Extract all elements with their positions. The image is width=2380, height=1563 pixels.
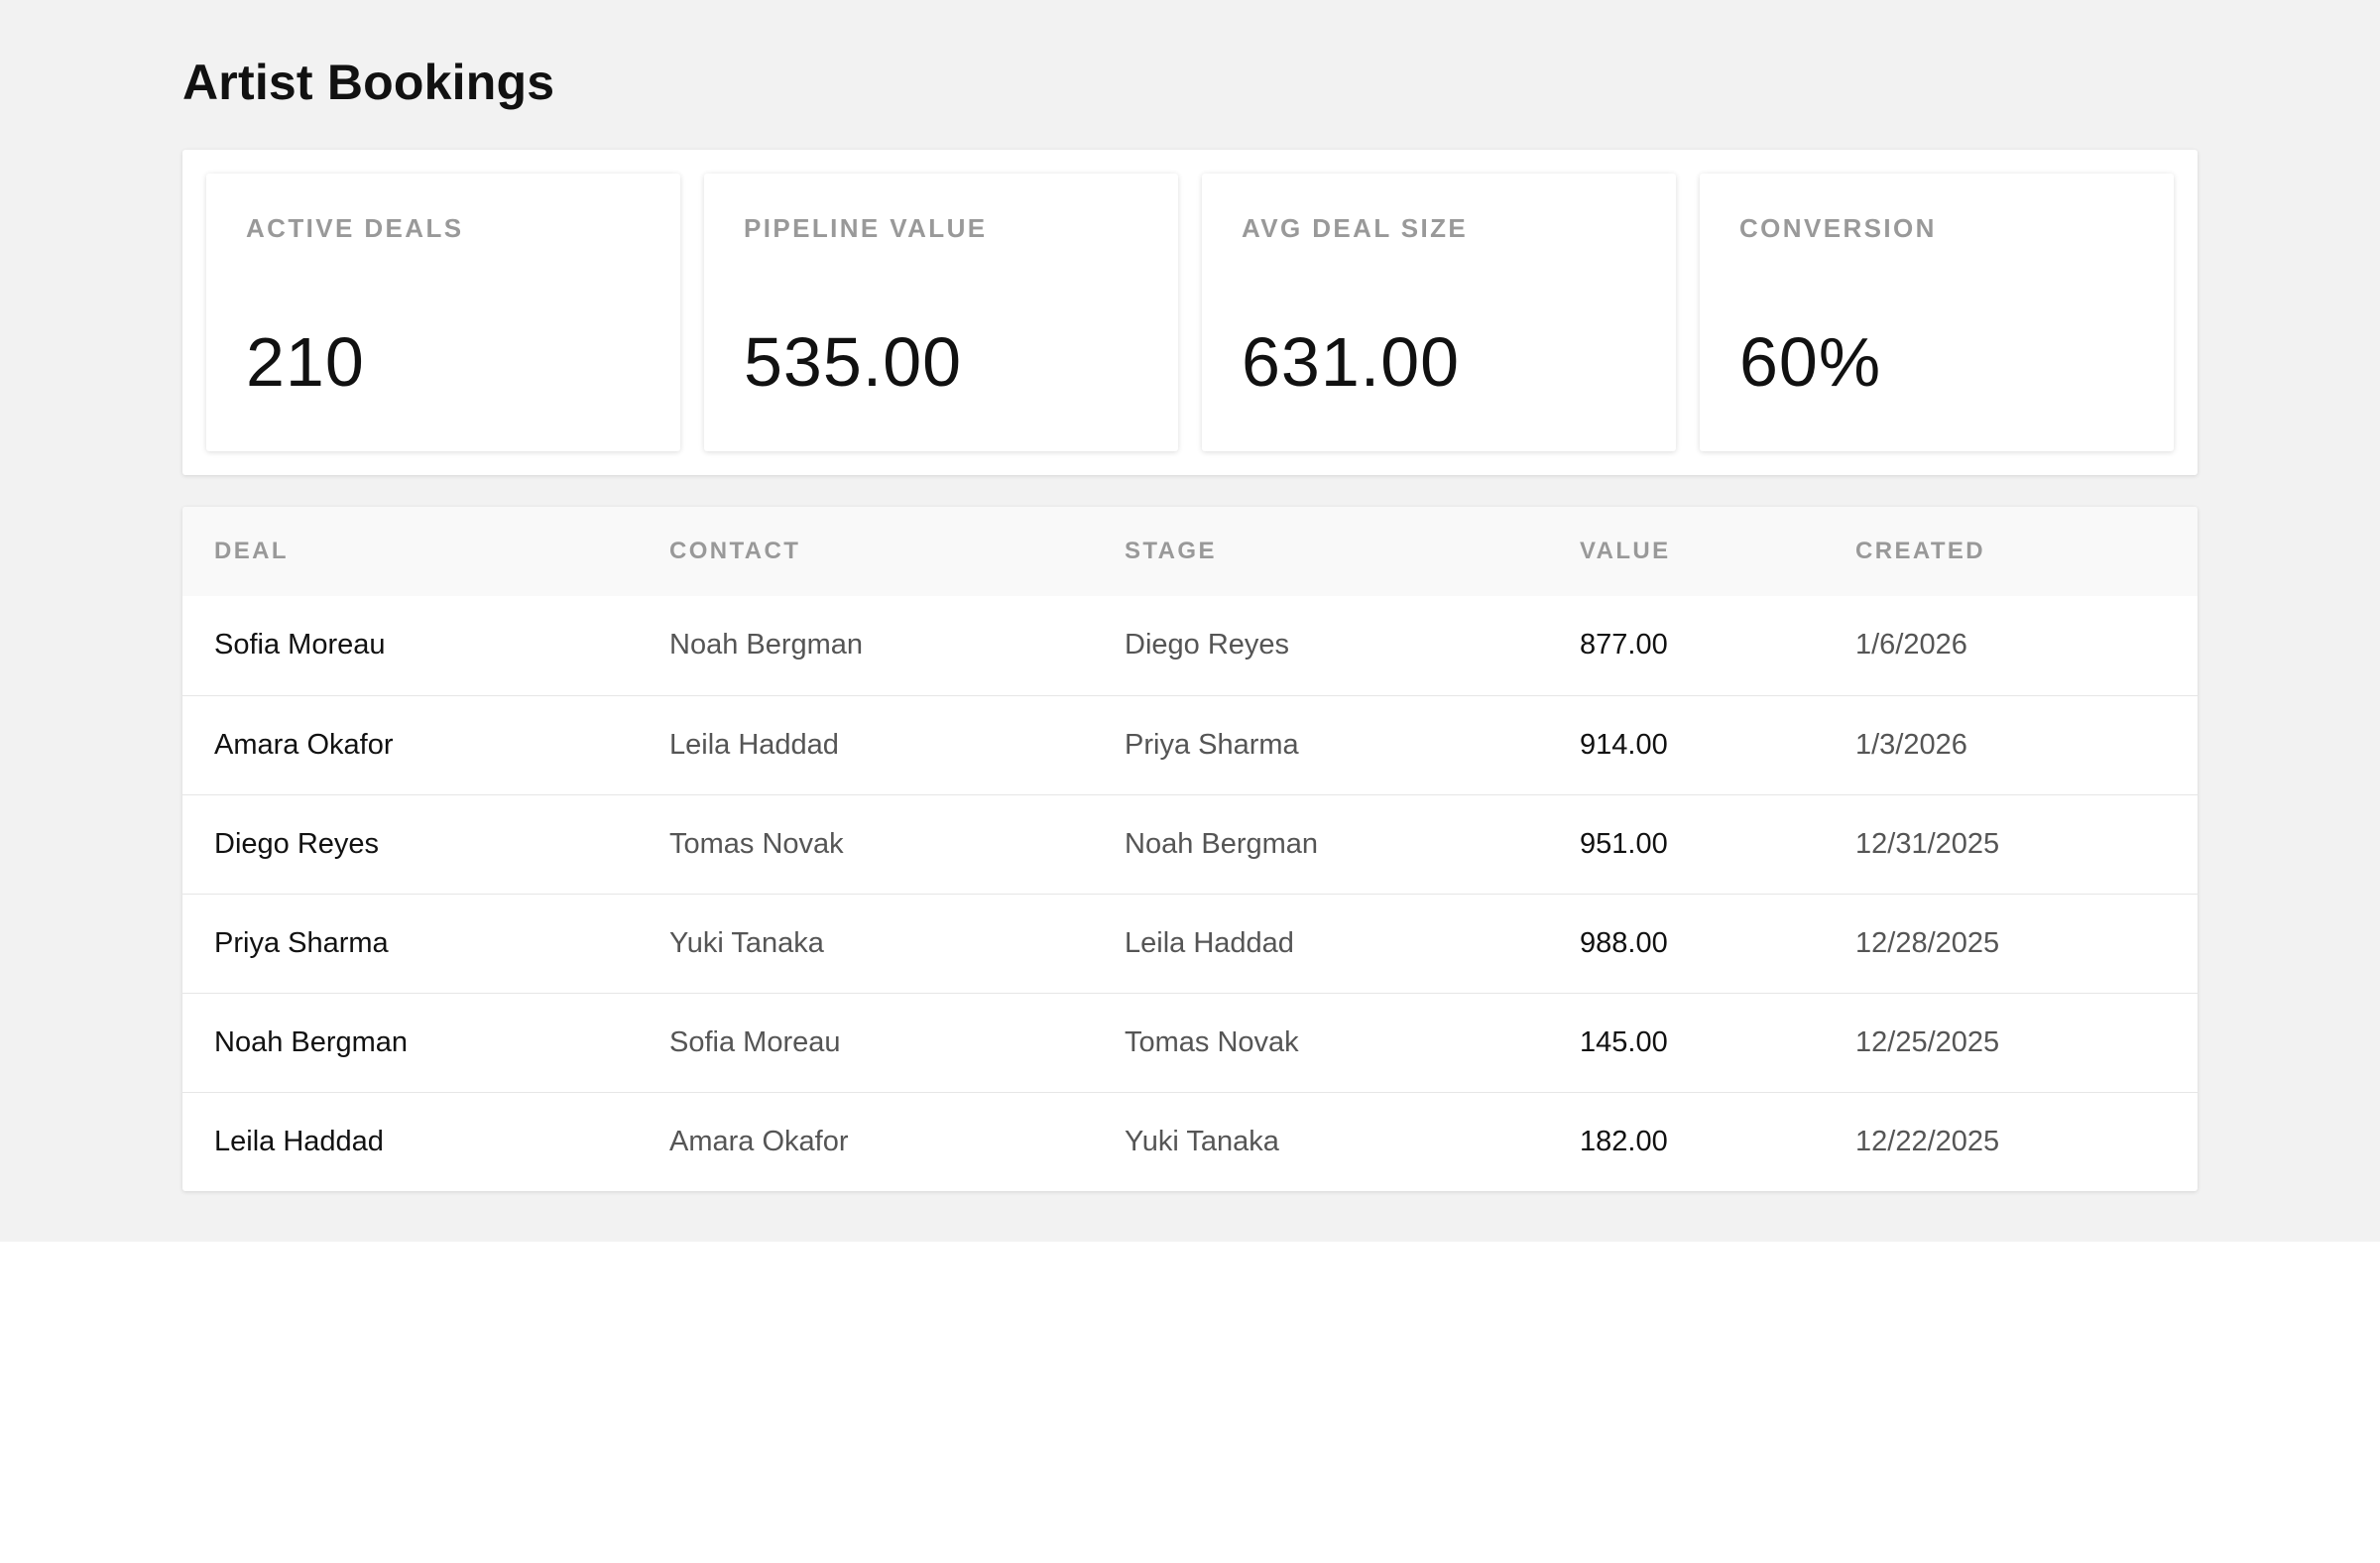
cell-deal: Sofia Moreau: [214, 629, 386, 661]
deals-table: DEAL CONTACT STAGE VALUE CREATED Sofia M…: [182, 507, 2198, 1191]
cell-deal: Diego Reyes: [214, 827, 380, 860]
cell-deal: Noah Bergman: [214, 1025, 409, 1058]
cell-value: 877.00: [1580, 629, 1668, 661]
kpi-value: 210: [246, 323, 365, 401]
cell-created: 12/31/2025: [1855, 827, 2000, 860]
cell-stage: Diego Reyes: [1125, 629, 1290, 661]
table-header: DEAL CONTACT STAGE VALUE CREATED: [182, 507, 2198, 596]
cell-contact: Noah Bergman: [669, 629, 864, 661]
cell-deal: Priya Sharma: [214, 926, 389, 959]
kpi-value: 631.00: [1242, 323, 1461, 401]
table-body: Sofia Moreau Noah Bergman Diego Reyes 87…: [182, 596, 2198, 1191]
cell-contact: Sofia Moreau: [669, 1025, 841, 1058]
cell-value: 914.00: [1580, 728, 1668, 761]
cell-value: 182.00: [1580, 1125, 1668, 1157]
cell-deal: Amara Okafor: [214, 728, 394, 761]
table-row[interactable]: Noah Bergman Sofia Moreau Tomas Novak 14…: [182, 993, 2198, 1092]
cell-created: 12/28/2025: [1855, 926, 2000, 959]
cell-contact: Tomas Novak: [669, 827, 844, 860]
cell-contact: Leila Haddad: [669, 728, 839, 761]
page-title: Artist Bookings: [182, 55, 555, 110]
table-row[interactable]: Diego Reyes Tomas Novak Noah Bergman 951…: [182, 794, 2198, 894]
kpi-panel: ACTIVE DEALS 210 PIPELINE VALUE 535.00 A…: [182, 150, 2198, 475]
kpi-label: PIPELINE VALUE: [744, 213, 988, 243]
deals-table-panel: DEAL CONTACT STAGE VALUE CREATED Sofia M…: [182, 507, 2198, 1191]
cell-created: 1/6/2026: [1855, 629, 1967, 661]
cell-deal: Leila Haddad: [214, 1125, 384, 1157]
cell-created: 1/3/2026: [1855, 728, 1967, 761]
cell-stage: Leila Haddad: [1125, 926, 1294, 959]
kpi-card-conversion: CONVERSION 60%: [1700, 174, 2174, 451]
cell-created: 12/25/2025: [1855, 1025, 2000, 1058]
cell-stage: Noah Bergman: [1125, 827, 1319, 860]
cell-stage: Yuki Tanaka: [1125, 1125, 1279, 1157]
cell-value: 145.00: [1580, 1025, 1668, 1058]
column-header-stage[interactable]: STAGE: [1093, 507, 1548, 596]
app-root: Artist Bookings ACTIVE DEALS 210 PIPELIN…: [0, 0, 2380, 1242]
kpi-value: 535.00: [744, 323, 963, 401]
kpi-label: ACTIVE DEALS: [246, 213, 464, 243]
kpi-card-avg-deal-size: AVG DEAL SIZE 631.00: [1202, 174, 1676, 451]
column-header-deal[interactable]: DEAL: [182, 507, 638, 596]
cell-contact: Amara Okafor: [669, 1125, 849, 1157]
column-header-created[interactable]: CREATED: [1824, 507, 2198, 596]
table-header-row: DEAL CONTACT STAGE VALUE CREATED: [182, 507, 2198, 596]
cell-stage: Priya Sharma: [1125, 728, 1299, 761]
column-header-value[interactable]: VALUE: [1548, 507, 1824, 596]
cell-created: 12/22/2025: [1855, 1125, 2000, 1157]
cell-stage: Tomas Novak: [1125, 1025, 1299, 1058]
table-row[interactable]: Sofia Moreau Noah Bergman Diego Reyes 87…: [182, 596, 2198, 695]
cell-contact: Yuki Tanaka: [669, 926, 824, 959]
kpi-value: 60%: [1739, 323, 1882, 401]
table-row[interactable]: Leila Haddad Amara Okafor Yuki Tanaka 18…: [182, 1092, 2198, 1191]
kpi-label: CONVERSION: [1739, 213, 1937, 243]
kpi-card-active-deals: ACTIVE DEALS 210: [206, 174, 680, 451]
kpi-card-pipeline-value: PIPELINE VALUE 535.00: [704, 174, 1178, 451]
table-row[interactable]: Amara Okafor Leila Haddad Priya Sharma 9…: [182, 695, 2198, 794]
table-row[interactable]: Priya Sharma Yuki Tanaka Leila Haddad 98…: [182, 894, 2198, 993]
cell-value: 988.00: [1580, 926, 1668, 959]
column-header-contact[interactable]: CONTACT: [638, 507, 1093, 596]
cell-value: 951.00: [1580, 827, 1668, 860]
kpi-label: AVG DEAL SIZE: [1242, 213, 1469, 243]
